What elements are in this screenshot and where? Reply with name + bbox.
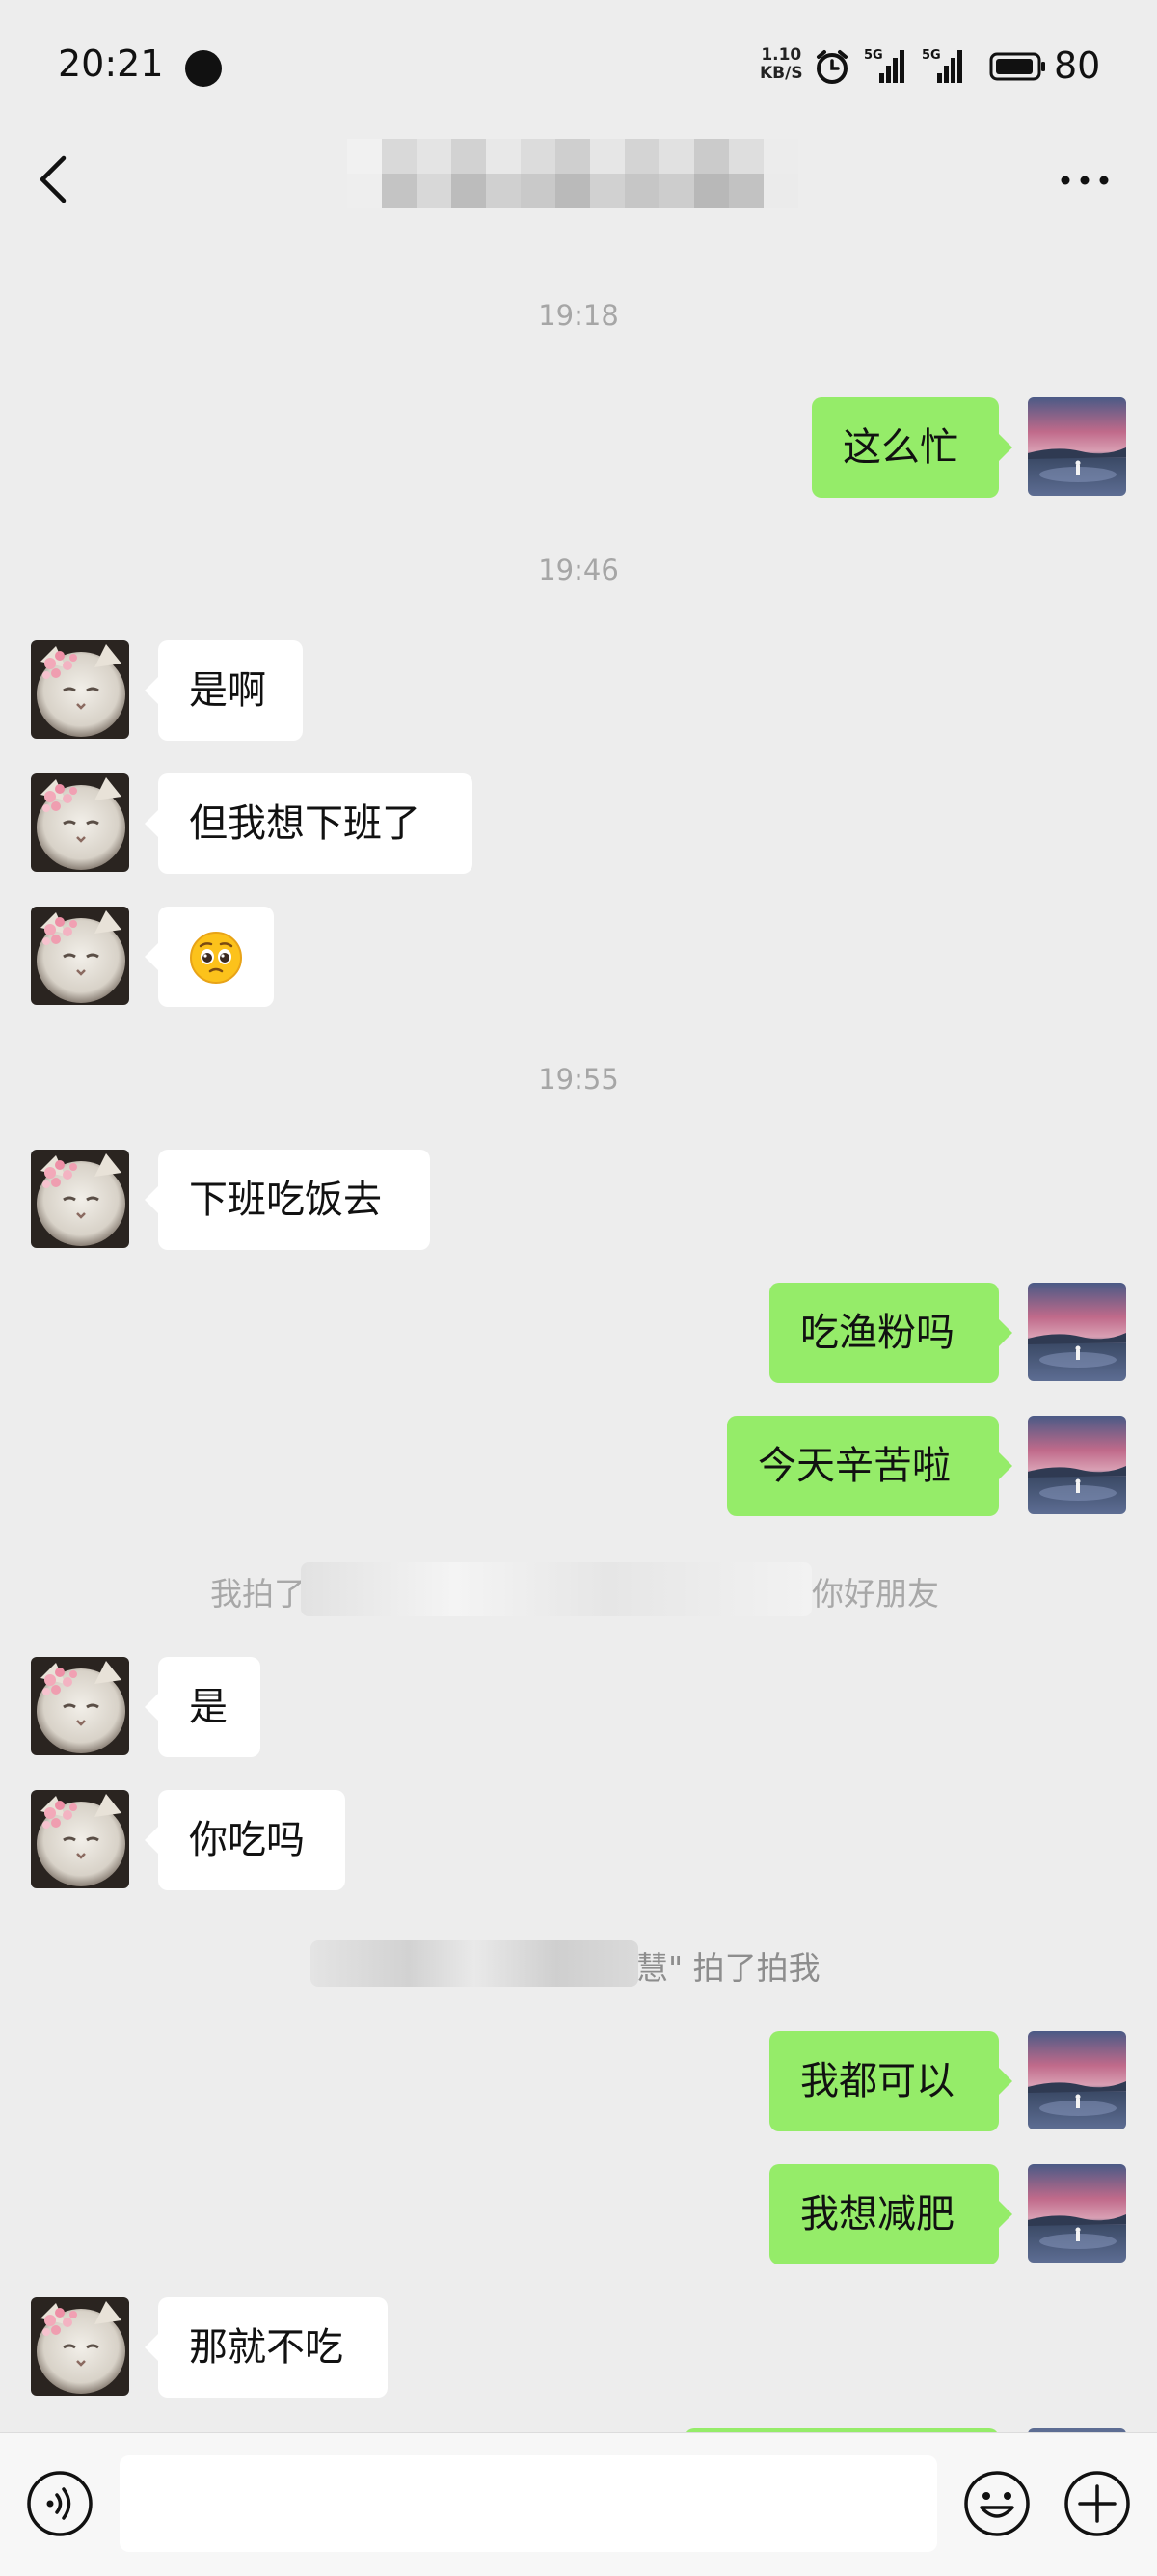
- pat-notice-left: 我拍了: [210, 1575, 306, 1613]
- redacted-block: [301, 1562, 812, 1616]
- message-bubble-incoming[interactable]: 是啊: [145, 640, 303, 741]
- signal-5g-2-icon: 5G: [922, 46, 966, 87]
- battery-level: 80: [1054, 44, 1101, 87]
- battery-icon: [989, 52, 1045, 81]
- timestamp: 19:18: [538, 299, 619, 332]
- net-speed: 1.10 KB/S: [760, 46, 803, 83]
- contact-avatar[interactable]: [31, 640, 129, 739]
- message-bubble-outgoing[interactable]: 今天辛苦啦: [727, 1416, 1012, 1516]
- message-bubble-outgoing[interactable]: 我都可以: [769, 2031, 1012, 2131]
- contact-avatar[interactable]: [31, 1657, 129, 1755]
- pleading-face-icon: [190, 932, 242, 984]
- notification-dot-icon: [185, 50, 222, 87]
- contact-avatar[interactable]: [31, 773, 129, 872]
- contact-avatar[interactable]: [31, 1150, 129, 1248]
- my-avatar[interactable]: [1028, 397, 1126, 496]
- my-avatar[interactable]: [1028, 2031, 1126, 2129]
- net-speed-value: 1.10: [761, 45, 802, 65]
- message-input[interactable]: [120, 2455, 937, 2552]
- pat-notice-right: 你好朋友: [812, 1575, 939, 1613]
- plus-icon[interactable]: [1063, 2469, 1132, 2538]
- more-dots-icon[interactable]: [1061, 176, 1109, 185]
- contact-avatar[interactable]: [31, 907, 129, 1005]
- chevron-left-icon[interactable]: [35, 154, 73, 204]
- alarm-icon: [817, 50, 848, 84]
- my-avatar[interactable]: [1028, 2164, 1126, 2263]
- message-bubble-incoming[interactable]: 那就不吃: [145, 2297, 388, 2398]
- my-avatar[interactable]: [1028, 1283, 1126, 1381]
- contact-avatar[interactable]: [31, 2297, 129, 2396]
- redacted-block: [310, 1940, 638, 1987]
- timestamp: 19:55: [538, 1063, 619, 1096]
- net-speed-unit: KB/S: [760, 64, 803, 83]
- timestamp: 19:46: [538, 554, 619, 586]
- contact-avatar[interactable]: [31, 1790, 129, 1888]
- emoji-icon[interactable]: [962, 2469, 1032, 2538]
- pat-notice-right: 慧" 拍了拍我: [636, 1949, 821, 1987]
- my-avatar[interactable]: [1028, 1416, 1126, 1514]
- chat-title-redacted: [347, 139, 798, 208]
- message-bubble-incoming[interactable]: 是: [145, 1657, 260, 1757]
- message-bubble-outgoing[interactable]: 我想减肥: [769, 2164, 1012, 2264]
- signal-5g-icon: 5G: [864, 46, 908, 87]
- voice-icon[interactable]: [25, 2469, 94, 2538]
- message-bubble-incoming[interactable]: 但我想下班了: [145, 773, 472, 874]
- message-bubble-outgoing[interactable]: 这么忙: [812, 397, 1012, 498]
- message-bubble-incoming[interactable]: 下班吃饭去: [145, 1150, 430, 1250]
- message-bubble-outgoing[interactable]: 吃渔粉吗: [769, 1283, 1012, 1383]
- message-bubble-incoming[interactable]: 你吃吗: [145, 1790, 345, 1890]
- status-time: 20:21: [58, 42, 164, 85]
- emoji-message-bubble[interactable]: 🥺: [145, 907, 274, 1007]
